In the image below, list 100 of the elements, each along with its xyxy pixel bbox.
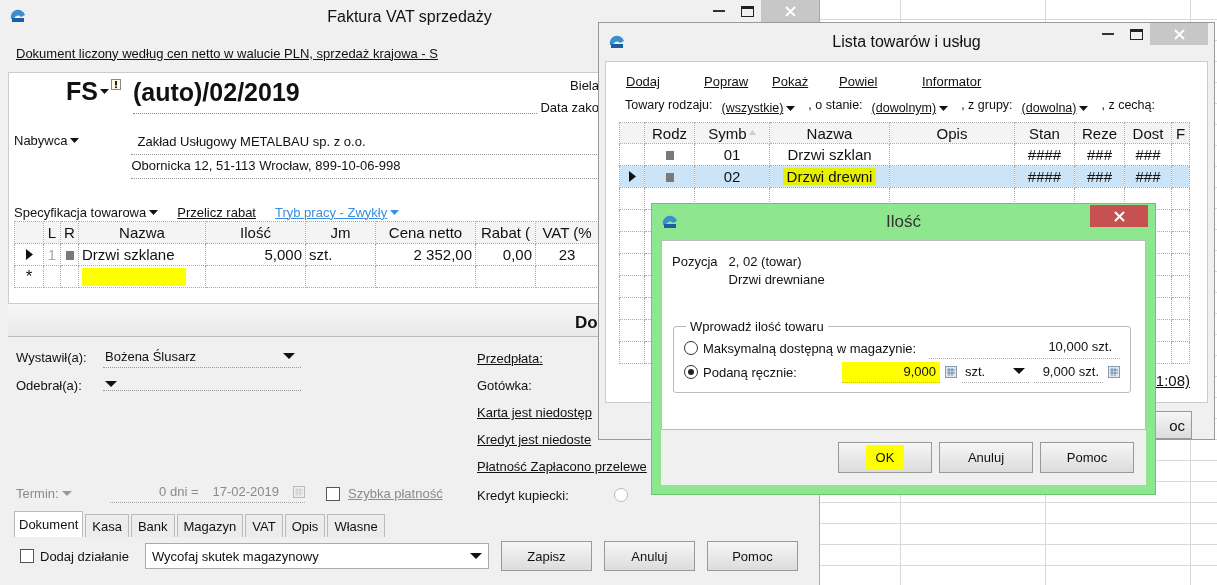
square-icon — [65, 251, 74, 260]
filter-dropdown[interactable]: (dowolnym) — [871, 98, 949, 118]
minimize-icon — [713, 10, 725, 12]
window-title: Faktura VAT sprzedaży — [327, 8, 492, 26]
table-cell: Drzwi szklane — [82, 246, 175, 263]
filter-dropdown[interactable]: (wszystkie) — [721, 98, 796, 118]
close-button[interactable] — [1090, 205, 1148, 227]
dialog-button[interactable]: Anuluj — [603, 541, 695, 571]
sort-arrow-icon — [748, 129, 756, 135]
table-row[interactable]: 02 Drzwi drewni #### ### ### — [619, 165, 1190, 188]
payment-link[interactable]: Płatność Zapłacono przelewe — [477, 459, 647, 477]
close-icon — [1173, 28, 1185, 40]
dialog-button[interactable]: Anuluj — [939, 442, 1033, 473]
caret-icon — [99, 89, 109, 94]
table-cell: 1 — [47, 246, 57, 263]
caret-icon — [283, 353, 295, 359]
tab[interactable]: Kasa — [85, 514, 129, 537]
tab[interactable]: VAT — [245, 514, 283, 537]
checkbox[interactable] — [20, 549, 34, 563]
buyer-menu[interactable]: Nabywca — [14, 131, 80, 147]
payment-label: Kredyt kupiecki: — [477, 487, 569, 503]
radio-button[interactable] — [613, 488, 628, 502]
dialog-button[interactable]: OK — [838, 442, 932, 473]
new-row-marker: * — [25, 266, 33, 286]
action-link[interactable]: Powiel — [839, 74, 922, 94]
filter-label: , o stanie: — [808, 98, 863, 114]
caret-icon — [61, 491, 72, 496]
caret-icon — [1079, 105, 1089, 111]
calculator-icon[interactable] — [944, 366, 957, 378]
tab[interactable]: Opis — [284, 514, 326, 537]
action-dropdown[interactable]: Wycofaj skutek magazynowy — [144, 543, 489, 569]
filter-label: , z cechą: — [1101, 98, 1155, 114]
issued-by-dropdown[interactable]: Bożena Ślusarz — [103, 346, 301, 368]
caret-icon — [70, 137, 80, 143]
radio-button[interactable] — [684, 341, 698, 355]
document-info-link[interactable]: Dokument liczony według cen netto w walucie PLN, sprzedaż krajowa - S — [16, 45, 438, 61]
table-cell: Drzwi szklan — [787, 146, 872, 163]
checkbox[interactable] — [326, 486, 340, 501]
table-cell: 02 — [723, 168, 741, 185]
position-value: 2, 02 (towar) — [728, 253, 803, 271]
action-link[interactable]: Dodaj — [626, 74, 704, 94]
position-label: Pozycja — [672, 253, 718, 271]
action-link[interactable]: Pokaż — [772, 74, 839, 94]
action-link[interactable]: Popraw — [704, 74, 772, 94]
table-cell: ### — [1087, 146, 1112, 163]
filter-dropdown[interactable]: (dowolna) — [1021, 98, 1089, 118]
table-cell: ### — [1087, 168, 1112, 185]
specification-menu[interactable]: Specyfikacja towarowa — [14, 204, 159, 220]
maximize-icon — [740, 5, 754, 17]
table-cell: #### — [1027, 146, 1062, 163]
dialog-button[interactable]: Zapisz — [500, 541, 592, 571]
table-cell: 5,000 — [264, 246, 302, 263]
dialog-title: Ilość — [886, 212, 921, 232]
work-mode-menu[interactable]: Tryb pracy - Zwykły — [275, 204, 400, 220]
item-name: Drzwi drewniane — [728, 271, 825, 289]
table-cell: 0,00 — [502, 246, 532, 263]
max-quantity-value: 10,000 szt. — [929, 337, 1120, 359]
tab[interactable]: Bank — [130, 514, 175, 537]
footer-link[interactable]: 1:08) — [1155, 372, 1190, 389]
tab[interactable]: Własne — [327, 514, 385, 537]
document-type-menu[interactable]: FS — [66, 77, 109, 106]
app-logo-icon — [608, 34, 626, 50]
received-by-label: Odebrał(a): — [16, 377, 83, 393]
radio-label[interactable]: Podaną ręcznie: — [703, 364, 797, 380]
tab[interactable]: Dokument — [14, 511, 84, 537]
payment-link[interactable]: Karta jest niedostęp — [477, 405, 592, 423]
caret-icon — [786, 105, 796, 111]
date-label: Data zako — [540, 100, 599, 115]
section-heading: Do — [575, 313, 598, 334]
square-icon — [665, 173, 674, 182]
table-cell: 2 352,00 — [413, 246, 472, 263]
recalculate-link[interactable]: Przelicz rabat — [177, 204, 256, 220]
table-row[interactable]: 01 Drzwi szklan #### ### ### — [619, 143, 1190, 166]
minimize-icon — [1102, 33, 1114, 35]
exclamation-icon — [110, 79, 121, 90]
caret-icon — [1012, 368, 1025, 374]
document-number-field[interactable]: (auto)/02/2019 — [132, 78, 537, 114]
table-cell: szt. — [309, 246, 333, 263]
checkbox-label[interactable]: Dodaj działanie — [40, 548, 129, 564]
unit-dropdown[interactable]: szt. — [961, 361, 1029, 383]
table-cell: ### — [1135, 168, 1161, 185]
payment-link[interactable]: Kredyt jest niedoste — [477, 432, 592, 450]
dialog-button[interactable]: Pomoc — [706, 541, 798, 571]
table-cell: 01 — [723, 146, 741, 163]
payment-link[interactable]: Przedpłata: — [477, 351, 543, 369]
group-label: Wprowadź ilość towaru — [689, 319, 825, 334]
radio-button[interactable] — [684, 365, 698, 379]
caret-icon — [469, 553, 482, 559]
filter-label: Towary rodzaju: — [625, 98, 713, 114]
quantity-input[interactable]: 9,000 — [841, 361, 940, 383]
tab[interactable]: Magazyn — [176, 514, 244, 537]
calendar-icon — [293, 485, 305, 498]
action-link[interactable]: Informator — [922, 74, 982, 94]
row-pointer-icon — [628, 171, 636, 182]
app-logo-icon — [661, 214, 679, 230]
radio-label[interactable]: Maksymalną dostępną w magazynie: — [703, 340, 917, 356]
place-label: Biela — [570, 78, 599, 93]
window-title: Lista towarów i usług — [832, 33, 981, 51]
dialog-button[interactable]: Pomoc — [1040, 442, 1134, 473]
filter-label: , z grupy: — [961, 98, 1013, 114]
